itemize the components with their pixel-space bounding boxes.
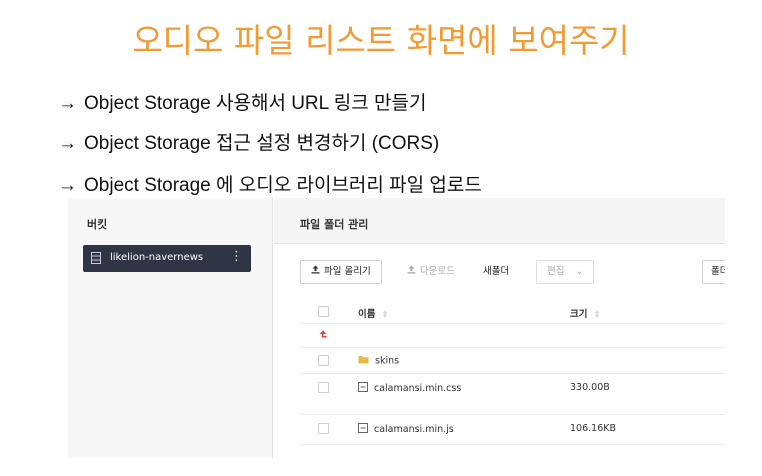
folder-button[interactable]: 폴더 bbox=[702, 260, 725, 284]
arrow-icon: → bbox=[58, 93, 77, 114]
edit-label: 편집 bbox=[547, 266, 565, 277]
file-name: calamansi.min.css bbox=[374, 383, 462, 394]
bucket-panel-title: 버킷 bbox=[87, 218, 108, 231]
file-size: 106.16KB bbox=[570, 423, 616, 434]
download-icon bbox=[407, 261, 416, 283]
upload-label: 파일 올리기 bbox=[324, 266, 371, 277]
bullet-text: Object Storage 에 오디오 라이브러리 파일 업로드 bbox=[84, 175, 482, 196]
bullet-3: → Object Storage 에 오디오 라이브러리 파일 업로드 bbox=[58, 170, 482, 197]
more-options-icon[interactable]: ⋮ bbox=[230, 250, 243, 264]
file-name-cell[interactable]: skins bbox=[358, 355, 399, 367]
arrow-icon: → bbox=[58, 133, 77, 154]
panel-header: 파일 폴더 관리 bbox=[274, 198, 725, 244]
bullet-2: → Object Storage 접근 설정 변경하기 (CORS) bbox=[58, 128, 439, 155]
table-row[interactable]: calamansi.min.css 330.00B bbox=[300, 374, 725, 415]
new-folder-label: 새폴더 bbox=[483, 266, 510, 277]
file-icon bbox=[358, 423, 368, 436]
file-name: calamansi.min.js bbox=[374, 424, 454, 435]
download-label: 다운로드 bbox=[420, 266, 455, 277]
file-folder-panel: 파일 폴더 관리 파일 올리기 다운로드 새폴더 편집 ⌄ 폴더 이름 ⇕ 크기 ⇕ bbox=[274, 198, 725, 458]
file-name-cell[interactable]: calamansi.min.css bbox=[358, 382, 461, 395]
row-checkbox[interactable] bbox=[318, 382, 329, 393]
table-row[interactable]: calamansi.min.js 106.16KB bbox=[300, 415, 725, 445]
slide-title: 오디오 파일 리스트 화면에 보여주기 bbox=[132, 21, 630, 60]
edit-dropdown[interactable]: 편집 ⌄ bbox=[536, 260, 595, 284]
file-size: 330.00B bbox=[570, 382, 610, 393]
row-checkbox[interactable] bbox=[318, 423, 329, 434]
sort-icon: ⇕ bbox=[381, 310, 389, 319]
row-checkbox[interactable] bbox=[318, 355, 329, 366]
storage-console-screenshot: 버킷 likelion-navernews ⋮ 파일 폴더 관리 파일 올리기 … bbox=[68, 198, 725, 458]
bucket-panel: 버킷 likelion-navernews ⋮ bbox=[68, 198, 273, 458]
parent-folder-row[interactable] bbox=[300, 324, 725, 348]
bullet-text: Object Storage 접근 설정 변경하기 (CORS) bbox=[84, 133, 440, 154]
file-name: skins bbox=[375, 355, 400, 367]
file-icon bbox=[358, 382, 368, 395]
bullet-text: Object Storage 사용해서 URL 링크 만들기 bbox=[84, 93, 427, 114]
upload-file-button[interactable]: 파일 올리기 bbox=[300, 260, 382, 284]
table-row[interactable]: skins bbox=[300, 348, 725, 374]
sort-icon: ⇕ bbox=[593, 310, 601, 319]
bucket-item-likelion-navernews[interactable]: likelion-navernews ⋮ bbox=[83, 245, 251, 272]
table-header-row: 이름 ⇕ 크기 ⇕ bbox=[300, 298, 725, 324]
bucket-name: likelion-navernews bbox=[110, 252, 204, 263]
bullet-1: → Object Storage 사용해서 URL 링크 만들기 bbox=[58, 88, 426, 115]
file-name-cell[interactable]: calamansi.min.js bbox=[358, 423, 454, 436]
chevron-down-icon: ⌄ bbox=[575, 266, 584, 277]
bucket-icon bbox=[91, 252, 101, 264]
panel-title: 파일 폴더 관리 bbox=[300, 218, 369, 231]
parent-folder-icon bbox=[318, 330, 328, 343]
size-header-label: 크기 bbox=[570, 309, 588, 320]
folder-button-label: 폴더 bbox=[711, 266, 725, 277]
arrow-icon: → bbox=[58, 175, 77, 196]
upload-icon bbox=[311, 261, 320, 283]
new-folder-button[interactable]: 새폴더 bbox=[472, 260, 521, 284]
name-header-label: 이름 bbox=[358, 309, 376, 320]
download-button[interactable]: 다운로드 bbox=[396, 260, 466, 284]
size-column-header[interactable]: 크기 ⇕ bbox=[570, 306, 600, 320]
name-column-header[interactable]: 이름 ⇕ bbox=[358, 306, 388, 320]
folder-icon bbox=[358, 355, 369, 367]
select-all-checkbox[interactable] bbox=[318, 306, 329, 317]
